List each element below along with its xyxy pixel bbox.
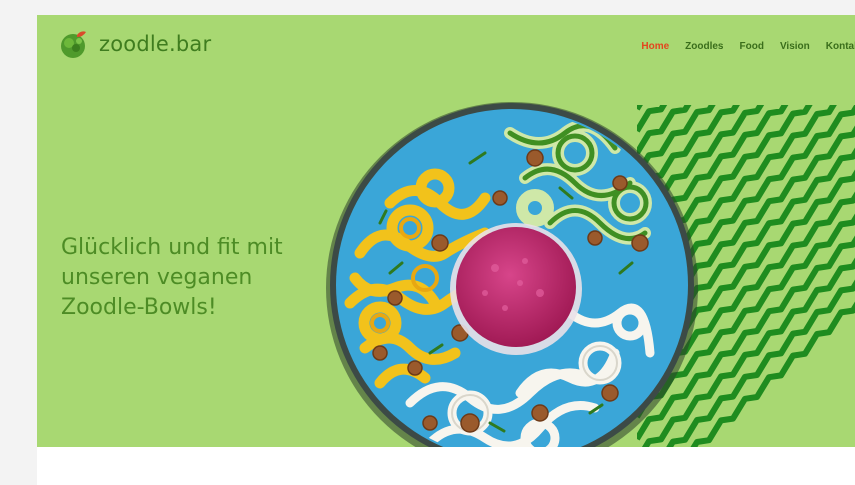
hero-section: zoodle.bar Home Zoodles Food Vision Kont… [37,15,855,447]
nav-home[interactable]: Home [641,41,669,52]
hero-heading-line: Glücklich und fit mit [61,235,283,260]
main-nav: Home Zoodles Food Vision Kontakt [641,41,855,52]
hero-heading-line: Zoodle-Bowls! [61,295,217,320]
nav-vision[interactable]: Vision [780,41,810,52]
logo-text: zoodle.bar [99,32,212,56]
hero-heading-line: unseren veganen [61,265,253,290]
nav-zoodles[interactable]: Zoodles [685,41,723,52]
content-section [37,447,855,485]
nav-kontakt[interactable]: Kontakt [826,41,855,52]
hero-heading: Glücklich und fit mit unseren veganen Zo… [61,233,361,323]
zoodle-bowl-image [326,102,698,447]
nav-food[interactable]: Food [740,41,764,52]
site-logo[interactable]: zoodle.bar [59,29,211,59]
leafy-bowl-icon [61,31,86,58]
